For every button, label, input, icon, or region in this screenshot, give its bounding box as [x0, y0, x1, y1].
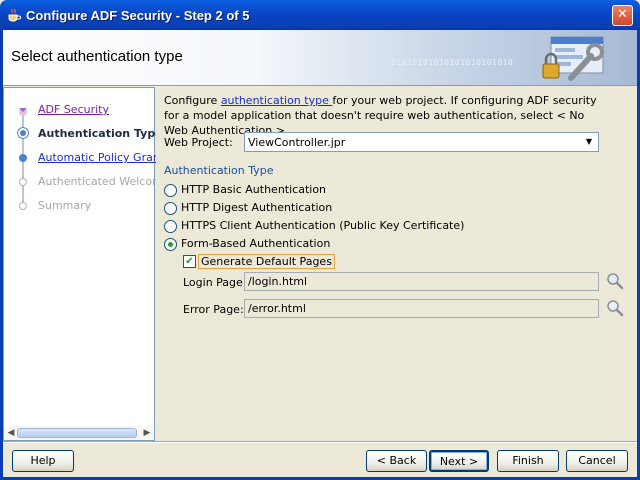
- disabled-step-icon: [19, 178, 27, 186]
- login-page-label: Login Page:: [183, 276, 247, 289]
- generate-default-pages-label[interactable]: Generate Default Pages: [198, 254, 335, 269]
- visited-step-icon: [19, 108, 27, 116]
- nav-item-authentication-type[interactable]: Authentication Type: [38, 127, 163, 140]
- search-icon[interactable]: [606, 299, 624, 317]
- intro-prefix: Configure: [164, 94, 221, 107]
- dropdown-arrow-icon[interactable]: ▼: [582, 135, 596, 149]
- wizard-header: Select authentication type 0101010101010…: [3, 30, 637, 86]
- web-project-label: Web Project:: [164, 136, 233, 149]
- cancel-button[interactable]: Cancel: [566, 450, 628, 472]
- close-button[interactable]: ✕: [612, 5, 633, 26]
- title-bar: Configure ADF Security - Step 2 of 5 ✕: [0, 0, 640, 30]
- authentication-type-link[interactable]: authentication type: [221, 94, 333, 107]
- login-page-value: /login.html: [248, 275, 308, 288]
- web-project-select[interactable]: ViewController.jpr ▼: [244, 132, 599, 152]
- search-icon[interactable]: [606, 272, 624, 290]
- error-page-label: Error Page:: [183, 303, 244, 316]
- page-title: Select authentication type: [11, 48, 183, 65]
- finish-button[interactable]: Finish: [497, 450, 559, 472]
- https-client-radio[interactable]: [164, 220, 177, 233]
- help-button[interactable]: Help: [12, 450, 74, 472]
- back-button[interactable]: < Back: [366, 450, 427, 472]
- login-page-field[interactable]: /login.html: [244, 272, 599, 291]
- nav-horizontal-scrollbar[interactable]: ◀ ▶: [5, 426, 153, 440]
- window-title: Configure ADF Security - Step 2 of 5: [26, 8, 250, 23]
- next-button[interactable]: Next >: [429, 450, 489, 472]
- wizard-content: Configure authentication type for your w…: [156, 87, 637, 441]
- nav-item-adf-security[interactable]: ADF Security: [38, 103, 109, 116]
- http-basic-label[interactable]: HTTP Basic Authentication: [181, 183, 326, 196]
- java-cup-icon: [8, 8, 21, 22]
- wizard-navigation-panel: ADF Security Authentication Type Automat…: [3, 87, 170, 441]
- error-page-value: /error.html: [248, 302, 306, 315]
- step-icon: [19, 154, 27, 162]
- scrollbar-thumb[interactable]: [17, 428, 137, 438]
- http-digest-radio[interactable]: [164, 202, 177, 215]
- web-project-value: ViewController.jpr: [248, 136, 346, 149]
- disabled-step-icon: [19, 202, 27, 210]
- authentication-type-heading: Authentication Type: [164, 164, 274, 177]
- https-client-label[interactable]: HTTPS Client Authentication (Public Key …: [181, 219, 464, 232]
- binary-decoration: 01010101010101010101010: [391, 58, 514, 67]
- http-basic-radio[interactable]: [164, 184, 177, 197]
- current-step-icon: [17, 127, 29, 139]
- scroll-right-arrow-icon[interactable]: ▶: [141, 426, 153, 440]
- form-based-label[interactable]: Form-Based Authentication: [181, 237, 330, 250]
- error-page-field[interactable]: /error.html: [244, 299, 599, 318]
- scroll-left-arrow-icon[interactable]: ◀: [5, 426, 17, 440]
- nav-item-summary: Summary: [38, 199, 92, 212]
- form-based-radio[interactable]: [164, 238, 177, 251]
- http-digest-label[interactable]: HTTP Digest Authentication: [181, 201, 332, 214]
- security-wrench-icon: [542, 36, 604, 81]
- nav-item-automatic-policy-grants[interactable]: Automatic Policy Grants: [38, 151, 170, 164]
- nav-item-authenticated-welcome: Authenticated Welcome: [38, 175, 170, 188]
- generate-default-pages-checkbox[interactable]: ✔: [183, 255, 196, 268]
- button-bar-divider: [3, 441, 637, 443]
